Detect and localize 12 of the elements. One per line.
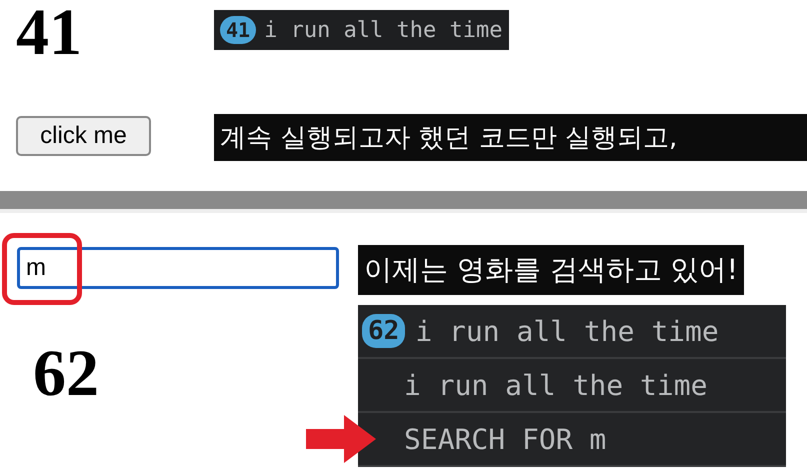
count-badge: 41	[220, 16, 256, 44]
subtitle: 계속 실행되고자 했던 코드만 실행되고,	[214, 114, 807, 161]
counter-number: 62	[32, 341, 100, 407]
counter-number: 41	[15, 0, 83, 66]
subtitle: 이제는 영화를 검색하고 있어!	[358, 245, 744, 295]
count-badge: 62	[362, 314, 406, 348]
click-button[interactable]: click me	[16, 116, 151, 156]
log-message: i run all the time	[404, 368, 708, 402]
search-field[interactable]: m	[17, 247, 339, 289]
log-message: SEARCH FOR m	[404, 422, 606, 456]
log-message: i run all the time	[415, 314, 719, 348]
log-message: i run all the time	[264, 18, 503, 42]
